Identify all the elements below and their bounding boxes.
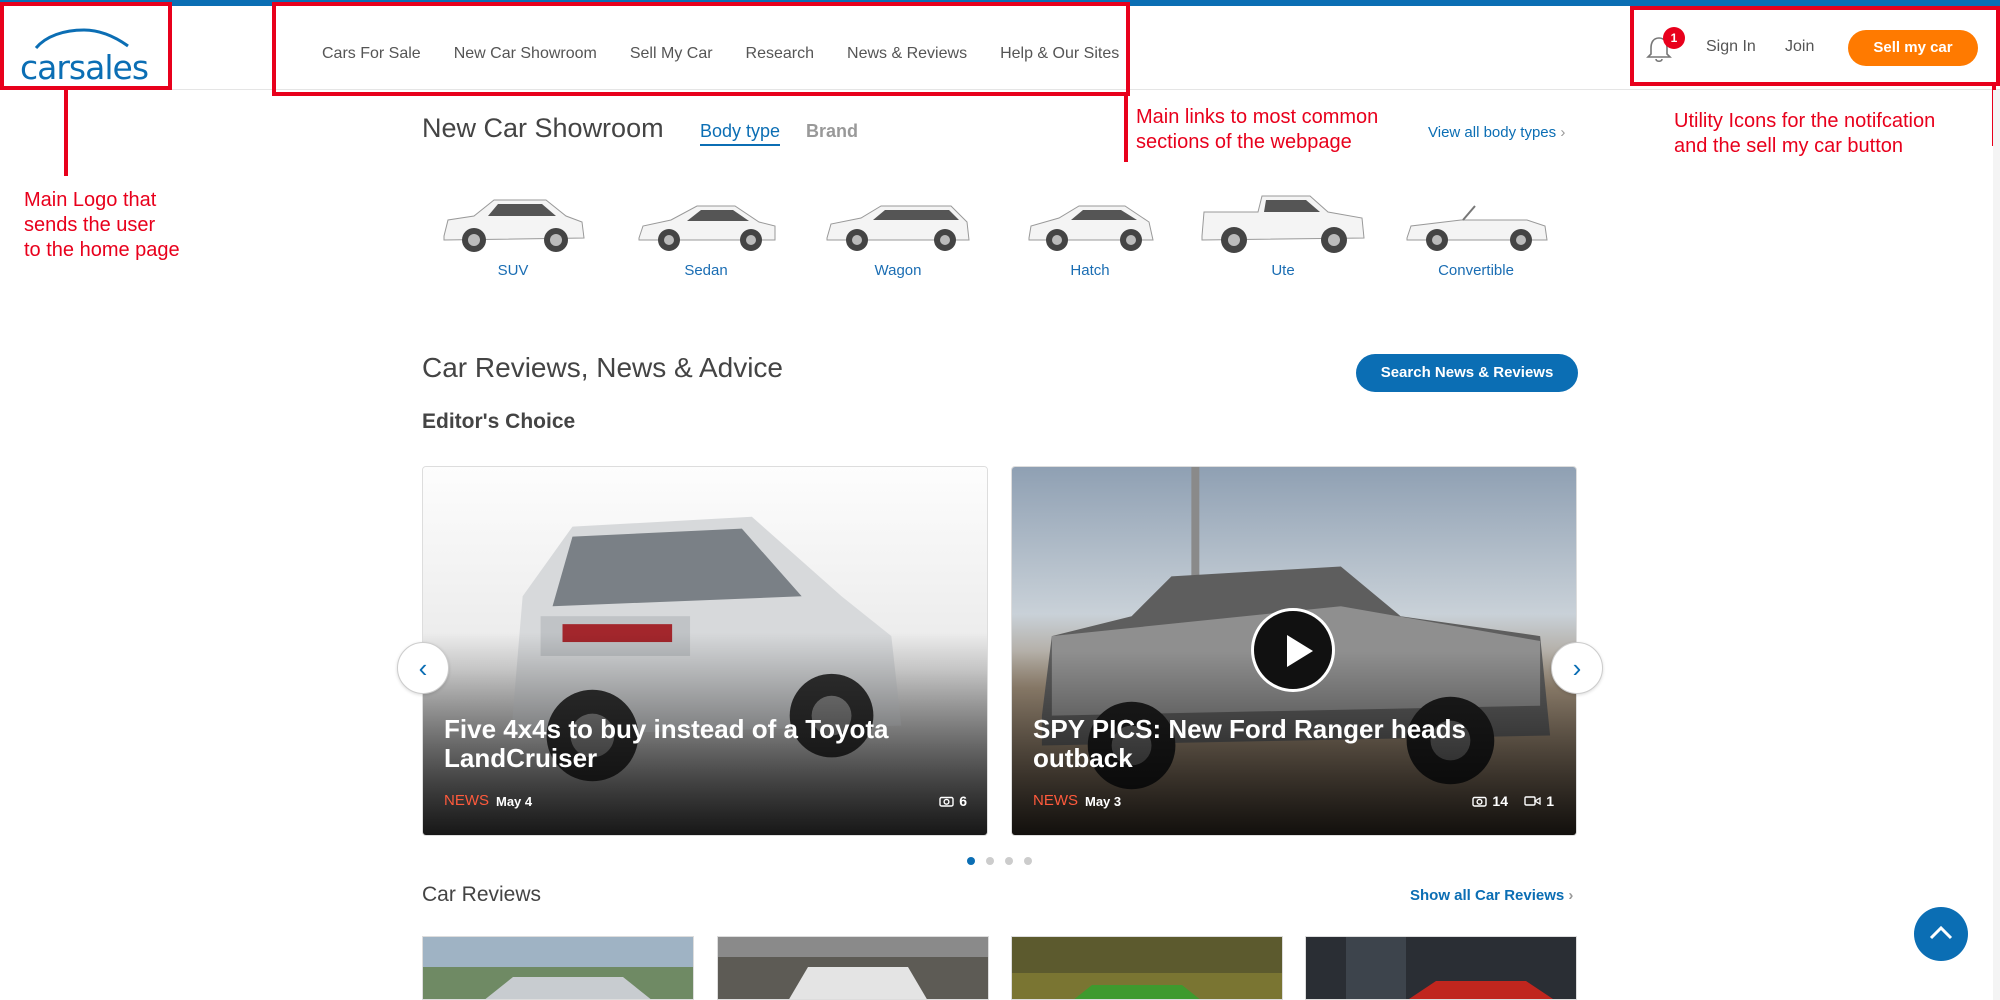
carousel-next-button[interactable]: › (1551, 642, 1603, 694)
carousel-dot[interactable] (967, 857, 975, 865)
view-all-body-types-link[interactable]: View all body types › (1428, 124, 1565, 141)
card-title: SPY PICS: New Ford Ranger heads outback (1033, 714, 1466, 773)
carousel-prev-button[interactable]: ‹ (397, 642, 449, 694)
suv-car-icon (443, 199, 585, 252)
annotation-utility: Utility Icons for the notifcation and th… (1674, 110, 1936, 157)
arrow-up-icon (1929, 925, 1953, 940)
tab-body-type[interactable]: Body type (700, 121, 781, 146)
thumbnail-image (1306, 937, 1576, 999)
body-type-wagon[interactable]: Wagon (813, 188, 983, 288)
car-review-thumbnail[interactable] (1305, 936, 1577, 1000)
search-news-reviews-button[interactable]: Search News & Reviews (1356, 354, 1578, 392)
body-type-label: SUV (497, 262, 529, 279)
chevron-right-icon: › (1572, 653, 1582, 683)
chevron-right-icon: › (1568, 887, 1574, 904)
car-reviews-heading: Car Reviews (422, 883, 542, 906)
wagon-car-icon (826, 205, 970, 251)
body-type-ute[interactable]: Ute (1198, 188, 1368, 288)
body-type-suv[interactable]: SUV (428, 188, 598, 288)
body-type-label: Sedan (684, 262, 728, 279)
annotation-nav: Main links to most common sections of th… (1136, 106, 1379, 153)
card-date: May 4 (496, 794, 533, 809)
video-icon (1524, 796, 1541, 806)
annotation-line-nav (1124, 96, 1128, 162)
camera-icon (939, 796, 954, 807)
thumbnail-image (718, 937, 988, 999)
play-icon[interactable] (1251, 608, 1335, 692)
thumbnail-image (423, 937, 693, 999)
card-date: May 3 (1085, 794, 1122, 809)
carousel-dots (967, 857, 1032, 865)
hatch-car-icon (1028, 205, 1154, 251)
tab-brand[interactable]: Brand (806, 121, 858, 142)
carousel-dot[interactable] (986, 857, 994, 865)
photo-count-value: 14 (1492, 793, 1508, 809)
ute-car-icon (1201, 195, 1365, 253)
car-review-thumbnail[interactable] (1011, 936, 1283, 1000)
annotation-box-utility (1630, 6, 2000, 86)
editors-choice-heading: Editor's Choice (422, 410, 576, 433)
camera-icon (1472, 796, 1488, 807)
sedan-car-icon (638, 205, 776, 251)
showroom-title: New Car Showroom (422, 113, 664, 143)
thumbnail-image (1012, 937, 1282, 999)
card-tag: NEWS (1033, 792, 1078, 809)
body-type-label: Hatch (1070, 262, 1110, 279)
chevron-right-icon: › (1560, 124, 1566, 141)
show-all-car-reviews-label: Show all Car Reviews (1410, 887, 1565, 904)
body-type-label: Ute (1271, 262, 1295, 279)
chevron-left-icon: ‹ (418, 653, 428, 683)
annotation-line-logo (64, 90, 68, 176)
car-review-thumbnail[interactable] (717, 936, 989, 1000)
annotation-box-logo (0, 2, 172, 90)
body-type-hatch[interactable]: Hatch (1005, 188, 1175, 288)
car-review-thumbnail[interactable] (422, 936, 694, 1000)
body-type-label: Convertible (1438, 262, 1514, 279)
carousel-dot[interactable] (1024, 857, 1032, 865)
annotation-box-nav (272, 2, 1130, 96)
body-type-convertible[interactable]: Convertible (1391, 188, 1561, 288)
show-all-car-reviews-link[interactable]: Show all Car Reviews › (1410, 887, 1573, 904)
photo-count: 14 (1472, 793, 1508, 809)
photo-count-value: 6 (959, 793, 967, 809)
page-scrollbar[interactable] (1993, 90, 2000, 1000)
video-count: 1 (1524, 793, 1554, 809)
body-type-label: Wagon (874, 262, 922, 279)
editors-choice-card[interactable]: Five 4x4s to buy instead of a Toyota Lan… (422, 466, 988, 836)
body-type-sedan[interactable]: Sedan (621, 188, 791, 288)
card-title: Five 4x4s to buy instead of a Toyota Lan… (444, 714, 889, 773)
carousel-dot[interactable] (1005, 857, 1013, 865)
convertible-car-icon (1406, 205, 1548, 251)
back-to-top-button[interactable] (1914, 907, 1968, 961)
view-all-body-types-label: View all body types (1428, 124, 1557, 141)
video-count-value: 1 (1546, 793, 1554, 809)
card-tag: NEWS (444, 792, 489, 809)
card-image (423, 467, 987, 835)
annotation-logo: Main Logo that sends the user to the hom… (24, 189, 180, 261)
body-type-list: SUV Sedan Wagon Hatch Ute Convertible (428, 188, 1558, 288)
reviews-section-title: Car Reviews, News & Advice (422, 352, 784, 383)
photo-count: 6 (939, 793, 967, 809)
